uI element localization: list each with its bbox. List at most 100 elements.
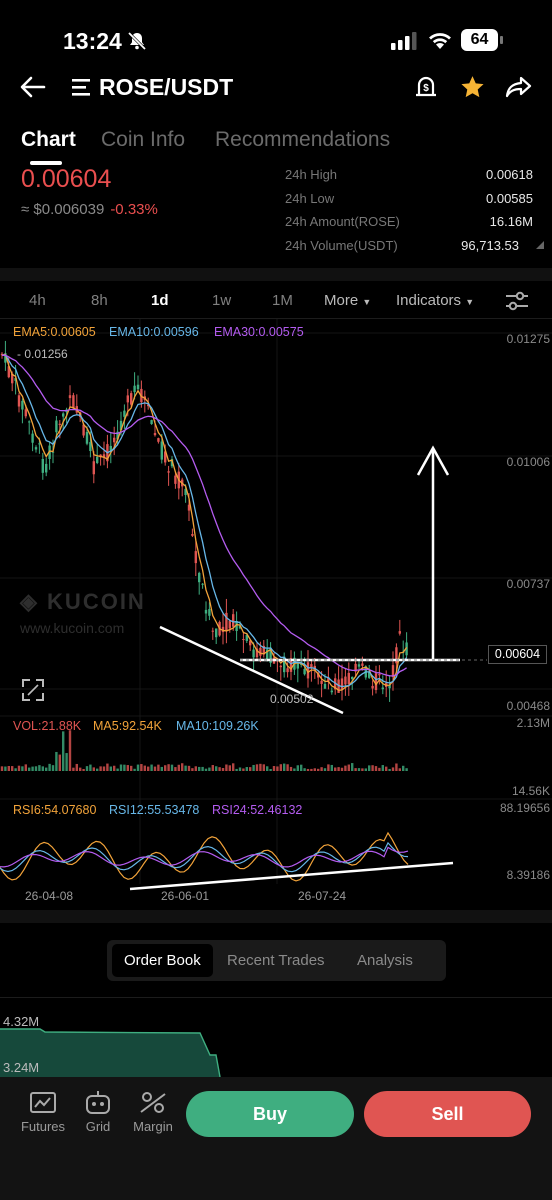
volume-bar (153, 766, 157, 771)
high-annotation: - 0.01256 (17, 347, 68, 361)
tab-coin-info[interactable]: Coin Info (101, 128, 185, 152)
high-value: 0.01256 (24, 347, 68, 361)
buy-button[interactable]: Buy (186, 1091, 354, 1137)
timeframe-4h[interactable]: 4h (29, 292, 46, 309)
legend-vol-ma10: MA10:109.26K (176, 719, 259, 733)
legend-vol-ma5: MA5:92.54K (93, 719, 162, 733)
share-icon[interactable] (505, 75, 532, 99)
nav-futures[interactable]: Futures (20, 1090, 66, 1134)
stats-panel: 24h High 0.00618 24h Low 0.00585 24h Amoun… (285, 165, 533, 259)
volume-bar (96, 768, 99, 771)
volume-bar (249, 767, 252, 771)
volume-bar (116, 768, 119, 771)
candle-body (85, 431, 89, 444)
indicators-label: Indicators (396, 292, 462, 309)
kucoin-logo-icon: ◈ (20, 589, 39, 614)
volume-bar (293, 768, 296, 771)
fullscreen-icon[interactable] (22, 679, 44, 701)
tab-recent-trades[interactable]: Recent Trades (215, 944, 337, 977)
volume-bar (99, 766, 102, 771)
volume-bar (395, 763, 398, 771)
volume-bar (334, 767, 337, 771)
volume-bar (102, 766, 106, 771)
candle-body (62, 413, 65, 417)
volume-bar (354, 768, 357, 771)
timeframe-1w[interactable]: 1w (212, 292, 231, 309)
volume-bar (38, 765, 41, 771)
volume-bar (181, 763, 184, 771)
volume-bar (92, 767, 95, 771)
candle-body (153, 433, 157, 436)
expand-corner-icon[interactable] (536, 241, 544, 249)
volume-bar (72, 767, 75, 771)
candle-body (381, 687, 384, 690)
volume-bar (364, 768, 367, 771)
stat-24h-volume: 24h Volume(USDT) 96,713.53 (285, 236, 533, 260)
volume-bar (65, 753, 68, 771)
candle-body (361, 663, 364, 666)
menu-icon[interactable] (72, 79, 92, 96)
candle-body (232, 614, 235, 627)
depth-label: 4.32M (3, 1014, 40, 1029)
sell-button[interactable]: Sell (364, 1091, 531, 1137)
volume-bar (272, 766, 276, 771)
favorite-star-icon[interactable] (459, 74, 486, 100)
volume-bar (381, 765, 384, 771)
candle-body (303, 669, 306, 675)
candle-body (167, 471, 170, 473)
volume-bar (55, 751, 58, 771)
price-alert-icon[interactable]: $ (413, 74, 439, 100)
candle-body (374, 673, 378, 691)
candle-body (330, 690, 333, 693)
candle-body (150, 420, 153, 425)
volume-bar (45, 767, 48, 771)
stat-value: 0.00618 (486, 167, 533, 182)
volume-bar (136, 764, 140, 771)
candle-body (96, 456, 99, 463)
stat-24h-high: 24h High 0.00618 (285, 165, 533, 189)
volume-bar (371, 765, 374, 771)
tab-chart[interactable]: Chart (21, 128, 76, 152)
timeframe-1m[interactable]: 1M (272, 292, 293, 309)
volume-bar (4, 766, 7, 771)
volume-bar (191, 768, 194, 771)
nav-label: Margin (133, 1119, 173, 1134)
volume-bar (28, 767, 31, 771)
nav-grid[interactable]: Grid (80, 1090, 116, 1134)
timeframe-8h[interactable]: 8h (91, 292, 108, 309)
tab-recommendations[interactable]: Recommendations (215, 128, 390, 152)
stat-label: 24h High (285, 167, 338, 182)
timeframe-1d[interactable]: 1d (151, 292, 169, 309)
more-dropdown[interactable]: More ▼ (324, 292, 371, 309)
volume-bar (34, 766, 38, 771)
back-arrow-icon[interactable] (20, 76, 46, 98)
stat-value: 96,713.53 (461, 237, 519, 253)
candle-body (323, 683, 327, 689)
candle-body (136, 384, 140, 390)
volume-bar (283, 763, 286, 771)
chart-settings-icon[interactable] (505, 291, 529, 311)
pair-title[interactable]: ROSE/USDT (99, 74, 233, 101)
volume-bar (218, 767, 221, 771)
nav-margin[interactable]: Margin (130, 1090, 176, 1134)
candle-body (157, 438, 160, 442)
candlestick-chart[interactable] (0, 319, 552, 911)
stat-24h-low: 24h Low 0.00585 (285, 189, 533, 213)
volume-bar (21, 766, 24, 771)
tab-analysis[interactable]: Analysis (345, 944, 425, 977)
volume-bar (374, 766, 378, 771)
tab-order-book[interactable]: Order Book (112, 944, 213, 977)
volume-bar (187, 765, 191, 771)
volume-bar (75, 763, 78, 771)
candle-body (357, 664, 361, 667)
candle-body (228, 620, 231, 629)
candle-body (130, 393, 133, 405)
candle-body (24, 409, 27, 417)
volume-bar (130, 765, 133, 771)
grid-robot-icon (86, 1091, 110, 1114)
legend-ema5: EMA5:0.00605 (13, 325, 96, 339)
volume-bar (143, 765, 146, 771)
volume-bar (62, 731, 65, 771)
volume-bar (14, 768, 17, 771)
indicators-dropdown[interactable]: Indicators ▼ (396, 292, 474, 309)
